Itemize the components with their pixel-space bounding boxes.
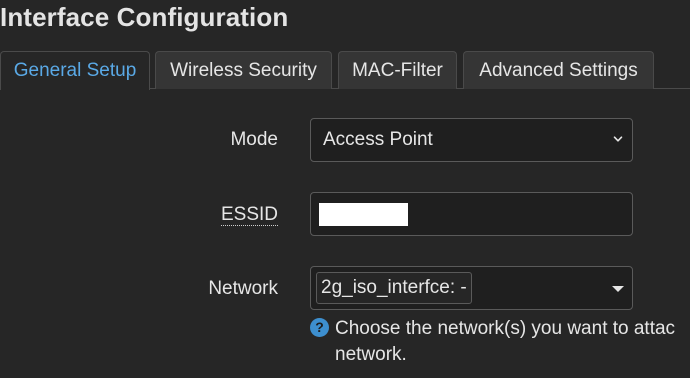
network-select[interactable]: 2g_iso_interfce: -	[310, 266, 633, 310]
caret-down-icon	[612, 286, 624, 292]
network-help-text: Choose the network(s) you want to attac …	[335, 318, 676, 365]
network-label: Network	[208, 278, 278, 299]
essid-value	[319, 203, 408, 226]
question-circle-icon: ?	[310, 318, 329, 337]
mode-selected-value: Access Point	[323, 129, 433, 150]
network-selected-chip[interactable]: 2g_iso_interfce: -	[316, 272, 472, 304]
chevron-down-icon	[613, 136, 623, 142]
essid-label: ESSID	[220, 204, 278, 226]
tab-mac-filter[interactable]: MAC-Filter	[338, 51, 457, 89]
essid-input[interactable]	[310, 192, 633, 236]
mode-label: Mode	[230, 129, 278, 150]
tab-bar: General Setup Wireless Security MAC-Filt…	[0, 51, 690, 90]
tab-advanced-settings[interactable]: Advanced Settings	[463, 51, 654, 89]
page-title: Interface Configuration	[0, 2, 289, 32]
mode-select[interactable]: Access Point	[310, 118, 633, 162]
tab-wireless-security[interactable]: Wireless Security	[155, 51, 332, 89]
tab-general-setup[interactable]: General Setup	[0, 51, 150, 90]
